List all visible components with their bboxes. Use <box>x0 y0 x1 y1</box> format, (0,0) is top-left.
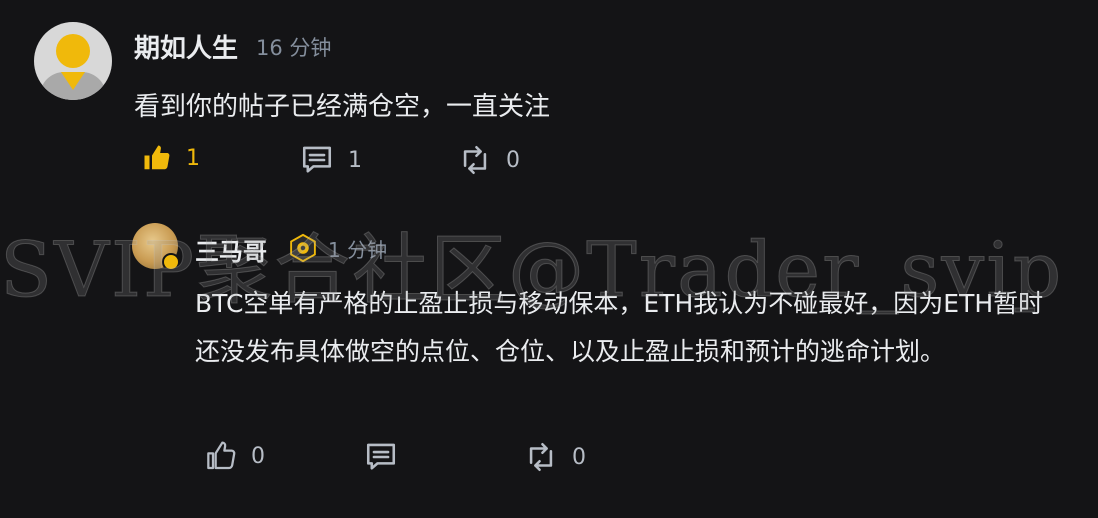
repost-button[interactable]: 0 <box>458 143 520 177</box>
comment-author[interactable]: 期如人生 <box>134 28 238 65</box>
comment-icon <box>302 146 332 173</box>
reply-count: 1 <box>348 147 362 173</box>
comment-text: 看到你的帖子已经满仓空，一直关注 <box>134 92 551 122</box>
reply-like-count: 0 <box>251 443 265 469</box>
reply-text: BTC空单有严格的止盈止损与移动保本，ETH我认为不碰最好，因为ETH暂时还没发… <box>195 289 1044 366</box>
comment-thread: 期如人生 16 分钟 看到你的帖子已经满仓空，一直关注 1 1 0 三马哥 1 … <box>0 0 1098 518</box>
repost-icon <box>529 442 553 472</box>
like-count: 1 <box>186 145 200 171</box>
reply-author[interactable]: 三马哥 <box>195 232 267 267</box>
reply-time: 1 分钟 <box>328 238 388 262</box>
thumbs-up-icon <box>144 145 170 170</box>
creator-badge-icon <box>290 233 316 263</box>
reply-button[interactable]: 1 <box>300 143 362 177</box>
repost-icon <box>463 145 487 175</box>
reply-like-button[interactable]: 0 <box>205 440 265 472</box>
reply-comment-button[interactable] <box>364 440 398 474</box>
reply-avatar[interactable] <box>132 223 180 271</box>
avatar-head <box>56 34 90 68</box>
avatar-collar <box>61 72 85 90</box>
repost-count: 0 <box>506 147 520 173</box>
comment-icon <box>366 443 396 470</box>
like-button[interactable]: 1 <box>142 143 200 173</box>
reply-repost-button[interactable]: 0 <box>524 440 586 474</box>
reply-repost-count: 0 <box>572 444 586 470</box>
avatar[interactable] <box>34 22 112 100</box>
comment-time: 16 分钟 <box>256 36 332 60</box>
thumbs-up-icon <box>207 441 236 470</box>
verified-icon <box>162 253 180 271</box>
